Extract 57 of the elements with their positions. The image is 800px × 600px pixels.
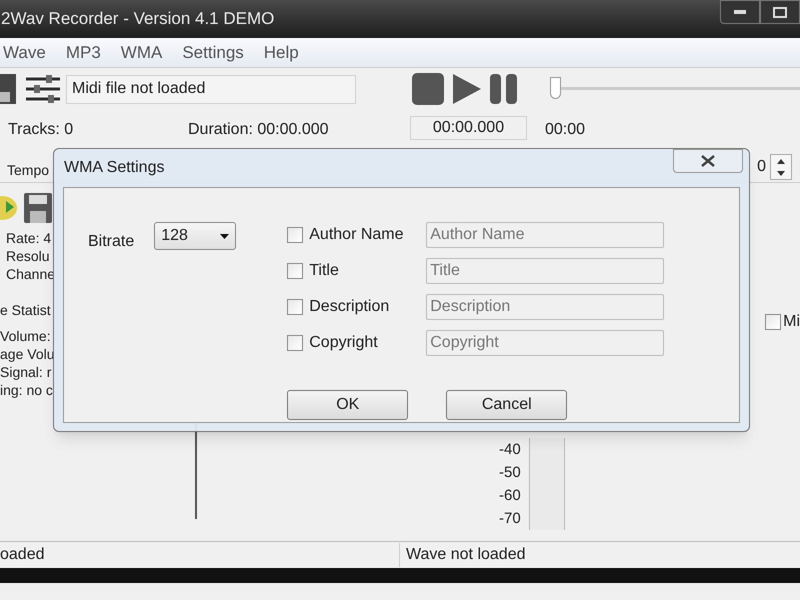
dialog-button[interactable]: OK <box>287 390 408 420</box>
menu-item[interactable]: MP3 <box>66 40 101 66</box>
stat-text: e Statist <box>0 301 51 319</box>
meter-scale-label: -40 <box>499 440 521 460</box>
meter-scale-label: -60 <box>499 486 521 506</box>
meter-scale-label: -50 <box>499 463 521 483</box>
mic-checkbox-label: Mi <box>783 312 800 332</box>
dialog-button[interactable]: Cancel <box>446 390 568 420</box>
checkbox[interactable] <box>287 299 304 315</box>
checkbox[interactable] <box>287 227 304 243</box>
stat-text: Rate: 4 <box>5 229 52 247</box>
pause-icon[interactable] <box>490 74 518 104</box>
minimize-icon <box>734 10 746 14</box>
meter-scale-label: -70 <box>499 509 521 529</box>
stat-text: age Volu <box>0 345 54 363</box>
close-button[interactable] <box>673 149 743 173</box>
spinner-value: 0 <box>757 157 766 177</box>
bitrate-value: 128 <box>161 226 188 246</box>
menu-item[interactable]: WMA <box>120 40 162 66</box>
window-title: 2Wav Recorder - Version 4.1 DEMO <box>0 8 274 30</box>
down-arrow-icon <box>777 170 785 176</box>
dialog-title: WMA Settings <box>64 158 164 178</box>
play-icon[interactable] <box>452 73 482 105</box>
stat-text: Volume: <box>0 327 51 345</box>
stop-icon[interactable] <box>412 73 444 105</box>
close-icon <box>701 155 715 167</box>
tag-checkbox-label: Title <box>309 261 340 281</box>
duration-label: Duration: 00:00.000 <box>188 120 330 140</box>
tag-checkbox-label: Copyright <box>309 333 379 353</box>
spinner-buttons[interactable] <box>770 154 792 180</box>
menu-item[interactable]: Help <box>264 40 299 66</box>
minimize-button[interactable] <box>720 0 760 24</box>
dropdown-arrow-icon <box>220 234 230 238</box>
sliders-icon[interactable] <box>26 74 60 104</box>
status-text: oaded <box>0 543 400 567</box>
maximize-icon <box>773 6 787 18</box>
checkbox[interactable] <box>287 335 304 351</box>
checkbox[interactable] <box>287 263 304 279</box>
tag-checkbox-label: Description <box>309 297 390 317</box>
checkbox[interactable] <box>765 314 782 330</box>
midi-status-field: Midi file not loaded <box>66 74 356 104</box>
maximize-button[interactable] <box>760 0 800 24</box>
stat-text: Signal: r <box>0 363 52 381</box>
stat-text: Resolu <box>5 247 50 265</box>
time-display: 00:00.000 <box>410 116 527 140</box>
menu-item[interactable]: Wave <box>3 40 46 66</box>
status-text: Wave not loaded <box>405 545 526 565</box>
menu-item[interactable]: Settings <box>182 40 244 66</box>
tracks-label: Tracks: 0 <box>8 120 74 140</box>
time-label: 00:00 <box>545 120 586 140</box>
up-arrow-icon <box>777 158 785 164</box>
bitrate-label: Bitrate <box>88 232 134 252</box>
slider-thumb[interactable] <box>550 77 561 99</box>
bitrate-dropdown[interactable]: 128 <box>154 222 236 250</box>
tempo-label: Tempo <box>7 161 50 180</box>
stat-text: ing: no c <box>0 381 53 399</box>
tag-checkbox-label: Author Name <box>309 225 405 245</box>
